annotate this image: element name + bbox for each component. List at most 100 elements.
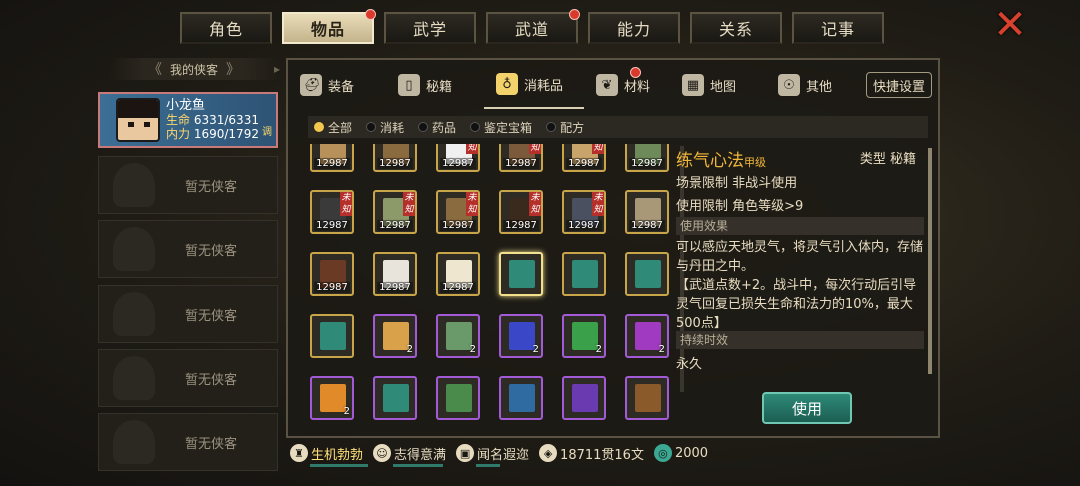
inventory-item[interactable]: 未知 12987 [562, 190, 606, 234]
inventory-item[interactable]: 12987 [436, 252, 480, 296]
category-tabs: ⛑ 装备 ▯ 秘籍 ♁ 消耗品 ❦ 材料 ▦ 地图 ☉ 其他 [288, 60, 938, 110]
silhouette-icon [113, 420, 155, 464]
empty-slot[interactable]: 暂无侠客 [98, 285, 278, 343]
tab-items[interactable]: 物品 [282, 9, 376, 44]
hero-card[interactable]: 小龙鱼 生命 6331/6331 内力 1690/1792 调 [98, 92, 278, 148]
inventory-item[interactable]: 未知 12987 [436, 190, 480, 234]
scene-limit: 场景限制 非战斗使用 [676, 176, 798, 191]
inventory-item[interactable] [625, 376, 669, 420]
tab-label: 关系 [718, 20, 753, 39]
tab-label: 能力 [616, 20, 651, 39]
status-money[interactable]: ◈ 18711贯16文 [539, 444, 644, 463]
radio-icon [546, 122, 557, 132]
tab-other[interactable]: ☉ 其他 [766, 61, 862, 109]
tab-martial-path[interactable]: 武道 [486, 9, 580, 44]
inventory-item[interactable]: 未知 12987 [436, 144, 480, 172]
filter-consume[interactable]: 消耗 [366, 119, 404, 136]
status-vitality[interactable]: ♜ 生机勃勃 [290, 444, 368, 467]
collapse-arrow-icon[interactable]: ▸ [274, 62, 280, 76]
use-button[interactable]: 使用 [762, 392, 852, 424]
radio-icon [470, 122, 481, 132]
inventory-item[interactable]: 未知 12987 [562, 144, 606, 172]
quick-settings-button[interactable]: 快捷设置 [866, 72, 932, 98]
effect-line: 可以感应天地灵气，将灵气引入体内，存储与丹田之中。 [676, 240, 924, 274]
tab-martial-arts[interactable]: 武学 [384, 12, 476, 44]
inventory-item[interactable]: 2 [499, 314, 543, 358]
inventory-item[interactable]: 12987 [373, 252, 417, 296]
inventory-item[interactable] [562, 252, 606, 296]
tab-equipment[interactable]: ⛑ 装备 [288, 61, 386, 109]
status-label: 志得意满 [394, 447, 447, 463]
silhouette-icon [113, 227, 155, 271]
inventory-item[interactable]: 12987 [625, 190, 669, 234]
status-jade[interactable]: ◎ 2000 [653, 444, 708, 462]
radio-icon [418, 122, 429, 132]
tab-manuals[interactable]: ▯ 秘籍 [386, 61, 484, 109]
item-icon [446, 322, 472, 350]
inventory-item[interactable] [373, 376, 417, 420]
status-bar-fill [393, 463, 444, 467]
effect-line: 【武道点数+2。战斗中，每次行动后引导灵气回复已损失生命和法力的10%，最大50… [676, 278, 917, 331]
herb-icon: ❦ [596, 74, 618, 96]
tab-label: 其他 [806, 79, 833, 95]
item-icon [509, 322, 535, 350]
tab-consumables[interactable]: ♁ 消耗品 [484, 61, 584, 109]
inventory-item[interactable] [499, 252, 543, 296]
inventory-item[interactable]: 12987 [310, 144, 354, 172]
unknown-tag: 未知 [592, 192, 604, 216]
inventory-item[interactable]: 12987 [625, 144, 669, 172]
chevron-left-icon[interactable]: 《 [148, 59, 162, 79]
filter-label: 鉴定宝箱 [484, 120, 533, 135]
item-count: 2 [406, 344, 413, 355]
tab-map[interactable]: ▦ 地图 [670, 61, 766, 109]
filter-all[interactable]: 全部 [314, 119, 352, 136]
unknown-tag: 未知 [403, 192, 415, 216]
inventory-item[interactable] [499, 376, 543, 420]
duration-value: 永久 [676, 357, 703, 372]
status-mood[interactable]: ☺ 志得意满 [373, 444, 447, 467]
chevron-right-icon[interactable]: 》 [226, 59, 240, 79]
tab-journal[interactable]: 记事 [792, 12, 884, 44]
filter-label: 药品 [432, 120, 457, 135]
inventory-item[interactable]: 2 [625, 314, 669, 358]
filter-medicine[interactable]: 药品 [418, 119, 456, 136]
inventory-item[interactable]: 12987 [373, 144, 417, 172]
empty-slot[interactable]: 暂无侠客 [98, 349, 278, 407]
inventory-item[interactable]: 未知 12987 [499, 144, 543, 172]
tab-relations[interactable]: 关系 [690, 12, 782, 44]
inventory-item[interactable] [562, 376, 606, 420]
inventory-item[interactable] [310, 314, 354, 358]
inventory-item[interactable]: 2 [310, 376, 354, 420]
map-icon: ▦ [682, 74, 704, 96]
inventory-item[interactable]: 12987 [310, 252, 354, 296]
empty-slot[interactable]: 暂无侠客 [98, 413, 278, 471]
empty-slot[interactable]: 暂无侠客 [98, 156, 278, 214]
inventory-item[interactable]: 未知 12987 [373, 190, 417, 234]
adjust-button[interactable]: 调 [262, 123, 272, 138]
inventory-item[interactable] [436, 376, 480, 420]
inventory-item[interactable]: 2 [436, 314, 480, 358]
inventory-item[interactable]: 未知 12987 [310, 190, 354, 234]
inventory-item[interactable]: 2 [373, 314, 417, 358]
item-count: 12987 [440, 158, 476, 169]
body-icon: ♜ [290, 444, 308, 462]
inventory-item[interactable]: 未知 12987 [499, 190, 543, 234]
tab-character[interactable]: 角色 [180, 12, 272, 44]
hp-value: 6331/6331 [193, 113, 259, 127]
detail-scrollbar[interactable] [928, 148, 932, 374]
tab-materials[interactable]: ❦ 材料 [584, 61, 670, 109]
inventory-item[interactable] [625, 252, 669, 296]
close-icon[interactable]: ✕ [990, 5, 1030, 45]
filter-chest[interactable]: 鉴定宝箱 [470, 119, 532, 136]
item-icon [509, 260, 535, 288]
inventory-panel: ⛑ 装备 ▯ 秘籍 ♁ 消耗品 ❦ 材料 ▦ 地图 ☉ 其他 快捷设置 全部 消耗 药品 鉴… [286, 58, 940, 438]
item-count: 12987 [314, 220, 350, 231]
filter-recipe[interactable]: 配方 [546, 119, 584, 136]
status-fame[interactable]: ▣ 闻名遐迩 [456, 444, 529, 467]
slot-label: 暂无侠客 [185, 308, 238, 324]
tab-abilities[interactable]: 能力 [588, 12, 680, 44]
empty-slot[interactable]: 暂无侠客 [98, 220, 278, 278]
status-bar-fill [476, 463, 501, 467]
inventory-item[interactable]: 2 [562, 314, 606, 358]
tab-label: 武学 [412, 20, 447, 39]
